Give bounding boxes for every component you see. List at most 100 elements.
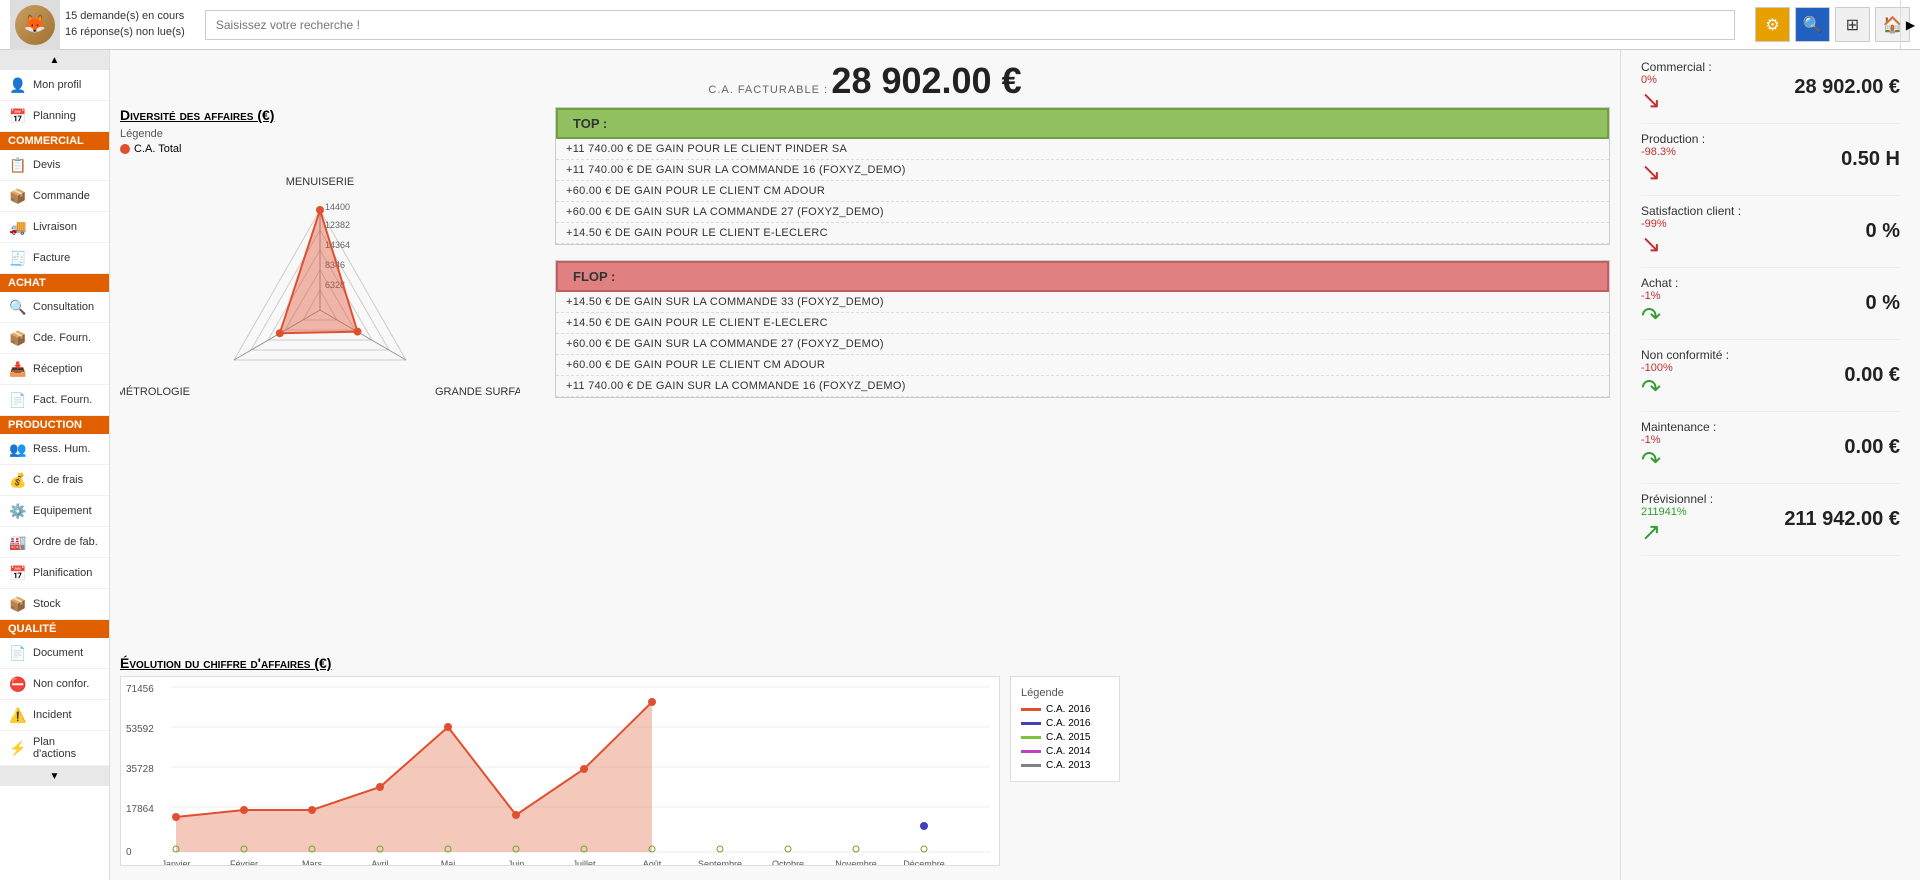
gear-button[interactable]: ⚙ [1755, 7, 1790, 42]
sidebar-item-facture[interactable]: 🧾 Facture [0, 243, 109, 274]
scroll-down-button[interactable]: ▼ [0, 766, 109, 786]
top-item-1: +11 740.00 € DE GAIN POUR LE CLIENT PIND… [556, 139, 1609, 160]
sidebar-label-facture: Facture [33, 252, 70, 264]
legend-line-5 [1021, 764, 1041, 767]
sidebar-item-incident[interactable]: ⚠️ Incident [0, 700, 109, 731]
sidebar-label-commande: Commande [33, 190, 90, 202]
kpi-value-achat: 0 % [1800, 292, 1900, 315]
sidebar-item-c-frais[interactable]: 💰 C. de frais [0, 465, 109, 496]
svg-text:Novembre: Novembre [835, 859, 877, 866]
sidebar-item-plan-actions[interactable]: ⚡ Plan d'actions [0, 731, 109, 766]
kpi-value-previsionnel: 211 942.00 € [1784, 508, 1900, 531]
document-icon: 📄 [8, 643, 28, 663]
devis-icon: 📋 [8, 155, 28, 175]
sidebar-label-ordre-fab: Ordre de fab. [33, 536, 98, 548]
sidebar-item-ress-hum[interactable]: 👥 Ress. Hum. [0, 434, 109, 465]
kpi-arrow-previsionnel: ↗ [1641, 518, 1774, 547]
radar-chart: MENUISERIE GRANDE SURFACE MÉTROLOGIE [120, 160, 520, 440]
kpi-name-achat: Achat : [1641, 276, 1790, 290]
sidebar-item-planification[interactable]: 📅 Planification [0, 558, 109, 589]
legend-line-3 [1021, 736, 1041, 739]
flop-box: FLOP : +14.50 € DE GAIN SUR LA COMMANDE … [555, 260, 1610, 398]
reception-icon: 📥 [8, 359, 28, 379]
main-layout: ▲ 👤 Mon profil 📅 Planning Commercial 📋 D… [0, 50, 1920, 880]
sidebar-label-devis: Devis [33, 159, 61, 171]
kpi-card-satisfaction-info: Satisfaction client : -99% ↘ [1641, 204, 1790, 259]
sidebar-label-non-confor: Non confor. [33, 678, 89, 690]
kpi-name-nonconformite: Non conformité : [1641, 348, 1790, 362]
sidebar-item-equipement[interactable]: ⚙️ Equipement [0, 496, 109, 527]
grid-button[interactable]: ⊞ [1835, 7, 1870, 42]
svg-text:17864: 17864 [126, 804, 154, 815]
search-input[interactable] [205, 10, 1735, 40]
top-header: TOP : [556, 108, 1609, 139]
flop-item-5: +11 740.00 € DE GAIN SUR LA COMMANDE 16 … [556, 376, 1609, 397]
flop-item-3: +60.00 € DE GAIN SUR LA COMMANDE 27 (FOX… [556, 334, 1609, 355]
kpi-name-commercial: Commercial : [1641, 60, 1784, 74]
svg-text:35728: 35728 [126, 764, 154, 775]
cde-fourn-icon: 📦 [8, 328, 28, 348]
header-notifications: 15 demande(s) en cours 16 réponse(s) non… [65, 9, 185, 40]
sidebar: ▲ 👤 Mon profil 📅 Planning Commercial 📋 D… [0, 50, 110, 880]
kpi-card-satisfaction: Satisfaction client : -99% ↘ 0 % [1641, 204, 1900, 268]
sidebar-item-monprofil[interactable]: 👤 Mon profil [0, 70, 109, 101]
sidebar-item-planning[interactable]: 📅 Planning [0, 101, 109, 132]
kpi-card-achat-info: Achat : -1% ↷ [1641, 276, 1790, 331]
svg-text:Décembre: Décembre [903, 859, 945, 866]
sidebar-item-cde-fourn[interactable]: 📦 Cde. Fourn. [0, 323, 109, 354]
sidebar-item-ordre-fab[interactable]: 🏭 Ordre de fab. [0, 527, 109, 558]
kpi-card-previsionnel: Prévisionnel : 211941% ↗ 211 942.00 € [1641, 492, 1900, 556]
scroll-up-button[interactable]: ▲ [0, 50, 109, 70]
topflop-section: TOP : +11 740.00 € DE GAIN POUR LE CLIEN… [555, 107, 1610, 650]
search-bar[interactable] [205, 10, 1735, 40]
kpi-percent-previsionnel: 211941% [1641, 506, 1774, 518]
non-confor-icon: ⛔ [8, 674, 28, 694]
legend-line-2 [1021, 722, 1041, 725]
commande-icon: 📦 [8, 186, 28, 206]
sidebar-item-stock[interactable]: 📦 Stock [0, 589, 109, 620]
sidebar-label-ress-hum: Ress. Hum. [33, 443, 90, 455]
header: 🦊 15 demande(s) en cours 16 réponse(s) n… [0, 0, 1920, 50]
sidebar-item-livraison[interactable]: 🚚 Livraison [0, 212, 109, 243]
sidebar-item-reception[interactable]: 📥 Réception [0, 354, 109, 385]
kpi-percent-satisfaction: -99% [1641, 218, 1790, 230]
kpi-percent-nonconformite: -100% [1641, 362, 1790, 374]
sidebar-label-monprofil: Mon profil [33, 79, 81, 91]
sidebar-item-commande[interactable]: 📦 Commande [0, 181, 109, 212]
kpi-value-production: 0.50 H [1800, 148, 1900, 171]
legend-text-5: C.A. 2013 [1046, 760, 1090, 771]
line-chart: 71456 53592 35728 17864 0 Janvier F [120, 676, 1000, 866]
kpi-arrow-maintenance: ↷ [1641, 446, 1790, 475]
kpi-card-maintenance-info: Maintenance : -1% ↷ [1641, 420, 1790, 475]
sidebar-item-document[interactable]: 📄 Document [0, 638, 109, 669]
sidebar-label-plan-actions: Plan d'actions [33, 736, 101, 760]
sidebar-item-consultation[interactable]: 🔍 Consultation [0, 292, 109, 323]
flop-header: FLOP : [556, 261, 1609, 292]
radar-section: Diversité des affaires (€) Légende C.A. … [120, 107, 540, 650]
sidebar-right-toggle[interactable]: ▶ [1900, 0, 1920, 49]
plan-actions-icon: ⚡ [8, 738, 28, 758]
kpi-card-commercial: Commercial : 0% ↘ 28 902.00 € [1641, 60, 1900, 124]
sidebar-item-non-confor[interactable]: ⛔ Non confor. [0, 669, 109, 700]
kpi-name-maintenance: Maintenance : [1641, 420, 1790, 434]
line-chart-section: Évolution du chiffre d'affaires (€) 7145… [120, 655, 1610, 875]
kpi-name-production: Production : [1641, 132, 1790, 146]
top-item-5: +14.50 € DE GAIN POUR LE CLIENT E-LECLER… [556, 223, 1609, 244]
svg-text:Février: Février [230, 859, 258, 866]
sidebar-item-devis[interactable]: 📋 Devis [0, 150, 109, 181]
sidebar-label-document: Document [33, 647, 83, 659]
kpi-value-maintenance: 0.00 € [1800, 436, 1900, 459]
legend-label: C.A. Total [134, 143, 182, 155]
c-frais-icon: 💰 [8, 470, 28, 490]
logo: 🦊 [10, 0, 60, 50]
planification-icon: 📅 [8, 563, 28, 583]
monprofil-icon: 👤 [8, 75, 28, 95]
kpi-value-nonconformite: 0.00 € [1800, 364, 1900, 387]
kpi-card-nonconformite-info: Non conformité : -100% ↷ [1641, 348, 1790, 403]
kpi-card-previsionnel-info: Prévisionnel : 211941% ↗ [1641, 492, 1774, 547]
legend-line-4 [1021, 750, 1041, 753]
section-production: Production [0, 416, 109, 434]
sidebar-item-fact-fourn[interactable]: 📄 Fact. Fourn. [0, 385, 109, 416]
search-button[interactable]: 🔍 [1795, 7, 1830, 42]
kpi-card-commercial-info: Commercial : 0% ↘ [1641, 60, 1784, 115]
